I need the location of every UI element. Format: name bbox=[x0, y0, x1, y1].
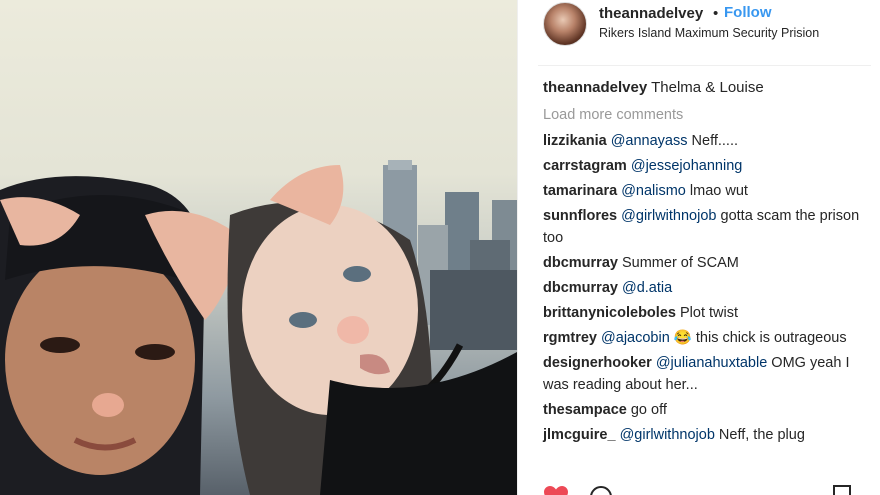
comment-item: sunnflores @girlwithnojob gotta scam the… bbox=[543, 205, 868, 249]
comment-username[interactable]: rgmtrey bbox=[543, 330, 597, 346]
post-actions bbox=[543, 485, 868, 495]
comment-mention[interactable]: @girlwithnojob bbox=[620, 427, 715, 443]
comment-username[interactable]: sunnflores bbox=[543, 208, 617, 224]
comment-item: dbcmurray Summer of SCAM bbox=[543, 252, 868, 274]
comment-item: designerhooker @julianahuxtable OMG yeah… bbox=[543, 352, 868, 396]
post-location[interactable]: Rikers Island Maximum Security Prision bbox=[599, 26, 819, 40]
heart-icon[interactable] bbox=[543, 485, 569, 495]
comment-username[interactable]: brittanynicoleboles bbox=[543, 305, 676, 321]
comment-mention[interactable]: @julianahuxtable bbox=[656, 355, 767, 371]
left-person bbox=[0, 176, 245, 495]
comment-mention[interactable]: @nalismo bbox=[621, 183, 686, 199]
comment-username[interactable]: jlmcguire_ bbox=[543, 427, 616, 443]
comment-username[interactable]: carrstagram bbox=[543, 158, 627, 174]
post-photo[interactable] bbox=[0, 0, 517, 495]
comment-item: tamarinara @nalismo lmao wut bbox=[543, 180, 868, 202]
comment-text: go off bbox=[630, 402, 667, 418]
comment-item: carrstagram @jessejohanning bbox=[543, 155, 868, 177]
separator-dot: • bbox=[713, 5, 719, 22]
comment-username[interactable]: dbcmurray bbox=[543, 255, 618, 271]
comment-username[interactable]: lizzikania bbox=[543, 133, 607, 149]
post-sidebar: theannadelvey • Follow Rikers Island Max… bbox=[517, 0, 880, 495]
comment-icon[interactable] bbox=[589, 485, 613, 495]
comment-text: 😂 this chick is outrageous bbox=[669, 330, 847, 346]
follow-button[interactable]: Follow bbox=[724, 4, 772, 21]
comment-username[interactable]: thesampace bbox=[543, 402, 627, 418]
comment-mention[interactable]: @ajacobin bbox=[601, 330, 670, 346]
avatar[interactable] bbox=[543, 2, 587, 46]
post-caption: theannadelvey Thelma & Louise bbox=[543, 77, 868, 99]
post-username[interactable]: theannadelvey bbox=[599, 5, 703, 22]
comment-item: rgmtrey @ajacobin 😂 this chick is outrag… bbox=[543, 327, 868, 349]
bookmark-icon[interactable] bbox=[832, 485, 852, 495]
comment-mention[interactable]: @d.atia bbox=[622, 280, 672, 296]
comment-item: jlmcguire_ @girlwithnojob Neff, the plug bbox=[543, 424, 868, 446]
comment-item: thesampace go off bbox=[543, 399, 868, 421]
comment-item: dbcmurray @d.atia bbox=[543, 277, 868, 299]
comment-username[interactable]: tamarinara bbox=[543, 183, 617, 199]
caption-text: Thelma & Louise bbox=[651, 79, 764, 96]
comment-username[interactable]: dbcmurray bbox=[543, 280, 618, 296]
comment-text: Neff, the plug bbox=[714, 427, 805, 443]
selfie-illustration bbox=[0, 160, 517, 495]
comments-list: theannadelvey Thelma & Louise Load more … bbox=[543, 77, 868, 449]
comment-mention[interactable]: @annayass bbox=[611, 133, 688, 149]
header-divider bbox=[538, 65, 871, 66]
comment-text: Neff..... bbox=[687, 133, 739, 149]
comment-item: brittanynicoleboles Plot twist bbox=[543, 302, 868, 324]
load-more-comments-button[interactable]: Load more comments bbox=[543, 105, 683, 125]
comment-text: lmao wut bbox=[685, 183, 748, 199]
comment-mention[interactable]: @girlwithnojob bbox=[621, 208, 716, 224]
comment-item: lizzikania @annayass Neff..... bbox=[543, 130, 868, 152]
comment-text: Summer of SCAM bbox=[621, 255, 739, 271]
comment-mention[interactable]: @jessejohanning bbox=[631, 158, 742, 174]
caption-username[interactable]: theannadelvey bbox=[543, 79, 647, 96]
comment-username[interactable]: designerhooker bbox=[543, 355, 652, 371]
post-header: theannadelvey • Follow Rikers Island Max… bbox=[518, 0, 880, 66]
comment-text: Plot twist bbox=[679, 305, 738, 321]
